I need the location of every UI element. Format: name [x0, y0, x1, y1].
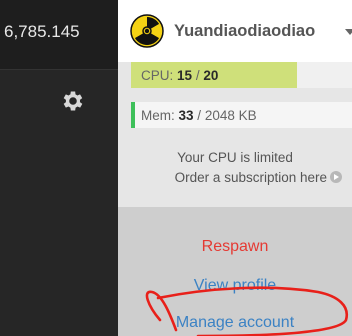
- cpu-limit: 20: [203, 68, 219, 83]
- gear-icon[interactable]: [60, 88, 86, 114]
- memory-usage-label: Mem: 33 / 2048 KB: [141, 108, 257, 123]
- memory-usage-accent: [131, 102, 135, 128]
- radiation-icon: [130, 14, 164, 48]
- cpu-limited-notice: Your CPU is limited: [177, 150, 293, 165]
- respawn-button[interactable]: Respawn: [118, 238, 352, 256]
- caret-down-icon[interactable]: [345, 29, 352, 35]
- arrow-circle-right-icon[interactable]: [330, 171, 342, 183]
- mem-used: 33: [178, 108, 194, 123]
- credits-value: 6,785.145: [4, 22, 80, 41]
- account-dropdown: Yuandiaodiaodiao CPU: 15 / 20 Mem: 33 / …: [118, 0, 352, 336]
- cpu-usage-bar: CPU: 15 / 20: [131, 62, 352, 88]
- memory-usage-bar: Mem: 33 / 2048 KB: [131, 102, 352, 128]
- account-header[interactable]: Yuandiaodiaodiao: [118, 0, 352, 62]
- cpu-usage-label: CPU: 15 / 20: [141, 68, 219, 83]
- username[interactable]: Yuandiaodiaodiao: [174, 22, 315, 41]
- order-subscription-link[interactable]: Order a subscription here: [118, 170, 342, 185]
- left-panel: 6,785.145: [0, 0, 118, 336]
- view-profile-link[interactable]: View profile: [118, 277, 352, 295]
- cpu-used: 15: [177, 68, 193, 83]
- manage-account-link[interactable]: Manage account: [118, 314, 352, 332]
- credits-panel: 6,785.145: [0, 0, 118, 70]
- mem-limit: 2048 KB: [204, 108, 257, 123]
